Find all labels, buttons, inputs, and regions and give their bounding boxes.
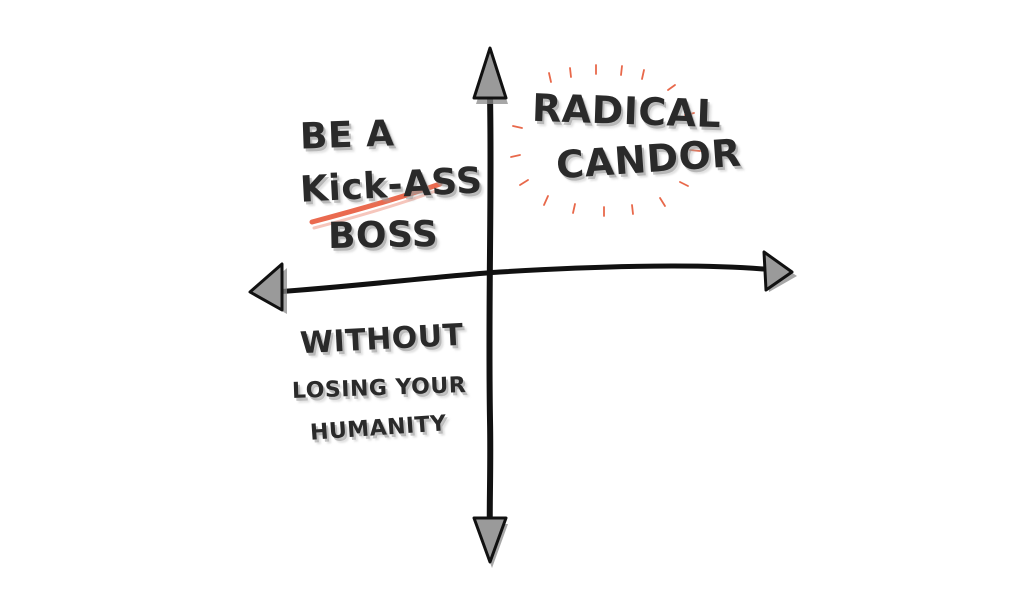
axes-drawing bbox=[248, 46, 797, 568]
arrow-up-icon bbox=[472, 46, 508, 100]
diagram-canvas: BE A Kick-ASS BOSS RADICAL CANDOR WITHOU… bbox=[0, 0, 1024, 605]
arrow-left-icon bbox=[248, 262, 284, 312]
kick-ass-boss-line3: BOSS bbox=[327, 214, 439, 257]
radical-candor-line1: RADICAL bbox=[531, 85, 723, 137]
kick-ass-boss-line1: BE A bbox=[299, 113, 396, 158]
humanity-line1: WITHOUT bbox=[299, 317, 465, 362]
horizontal-axis bbox=[272, 263, 778, 295]
vertical-axis bbox=[486, 92, 494, 543]
humanity-line2: LOSING YOUR bbox=[291, 372, 467, 405]
kick-ass-boss-line2: Kick-ASS bbox=[299, 160, 484, 211]
